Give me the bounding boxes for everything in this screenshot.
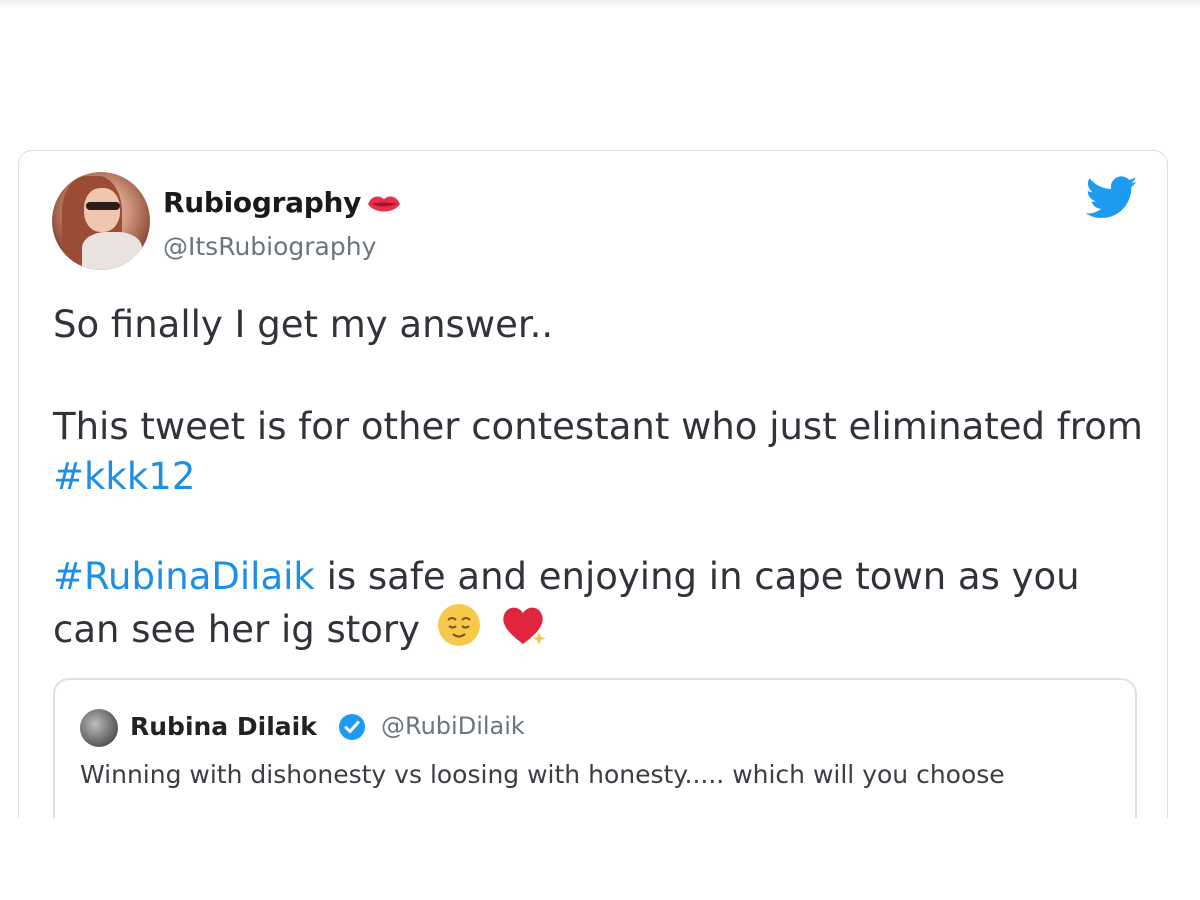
author-avatar[interactable] xyxy=(52,172,150,270)
quoted-tweet-text: Winning with dishonesty vs loosing with … xyxy=(80,760,1005,789)
tweet-line-4: can see her ig story xyxy=(53,608,421,651)
top-edge-shadow xyxy=(0,0,1200,8)
tweet-body: So finally I get my answer.. This tweet … xyxy=(53,300,1153,655)
verified-badge-icon xyxy=(339,714,365,740)
hashtag-rubinadilaik[interactable]: #RubinaDilaik xyxy=(53,555,315,598)
author-display-name[interactable]: Rubiography xyxy=(163,186,361,219)
sparkling-heart-emoji xyxy=(502,607,546,645)
tweet-line-2: This tweet is for other contestant who j… xyxy=(53,405,1143,448)
hashtag-kkk12[interactable]: #kkk12 xyxy=(53,455,195,498)
quoted-author-handle[interactable]: @RubiDilaik xyxy=(381,712,525,740)
lips-icon xyxy=(368,196,400,212)
twitter-bird-icon[interactable] xyxy=(1086,176,1138,220)
author-handle[interactable]: @ItsRubiography xyxy=(163,232,376,261)
tweet-line-1: So finally I get my answer.. xyxy=(53,303,554,346)
quoted-author-name[interactable]: Rubina Dilaik xyxy=(130,712,317,741)
bottom-crop xyxy=(0,818,1200,900)
relieved-face-emoji xyxy=(437,604,480,646)
tweet-line-3: is safe and enjoying in cape town as you xyxy=(314,555,1080,598)
quoted-author-avatar[interactable] xyxy=(80,709,118,747)
